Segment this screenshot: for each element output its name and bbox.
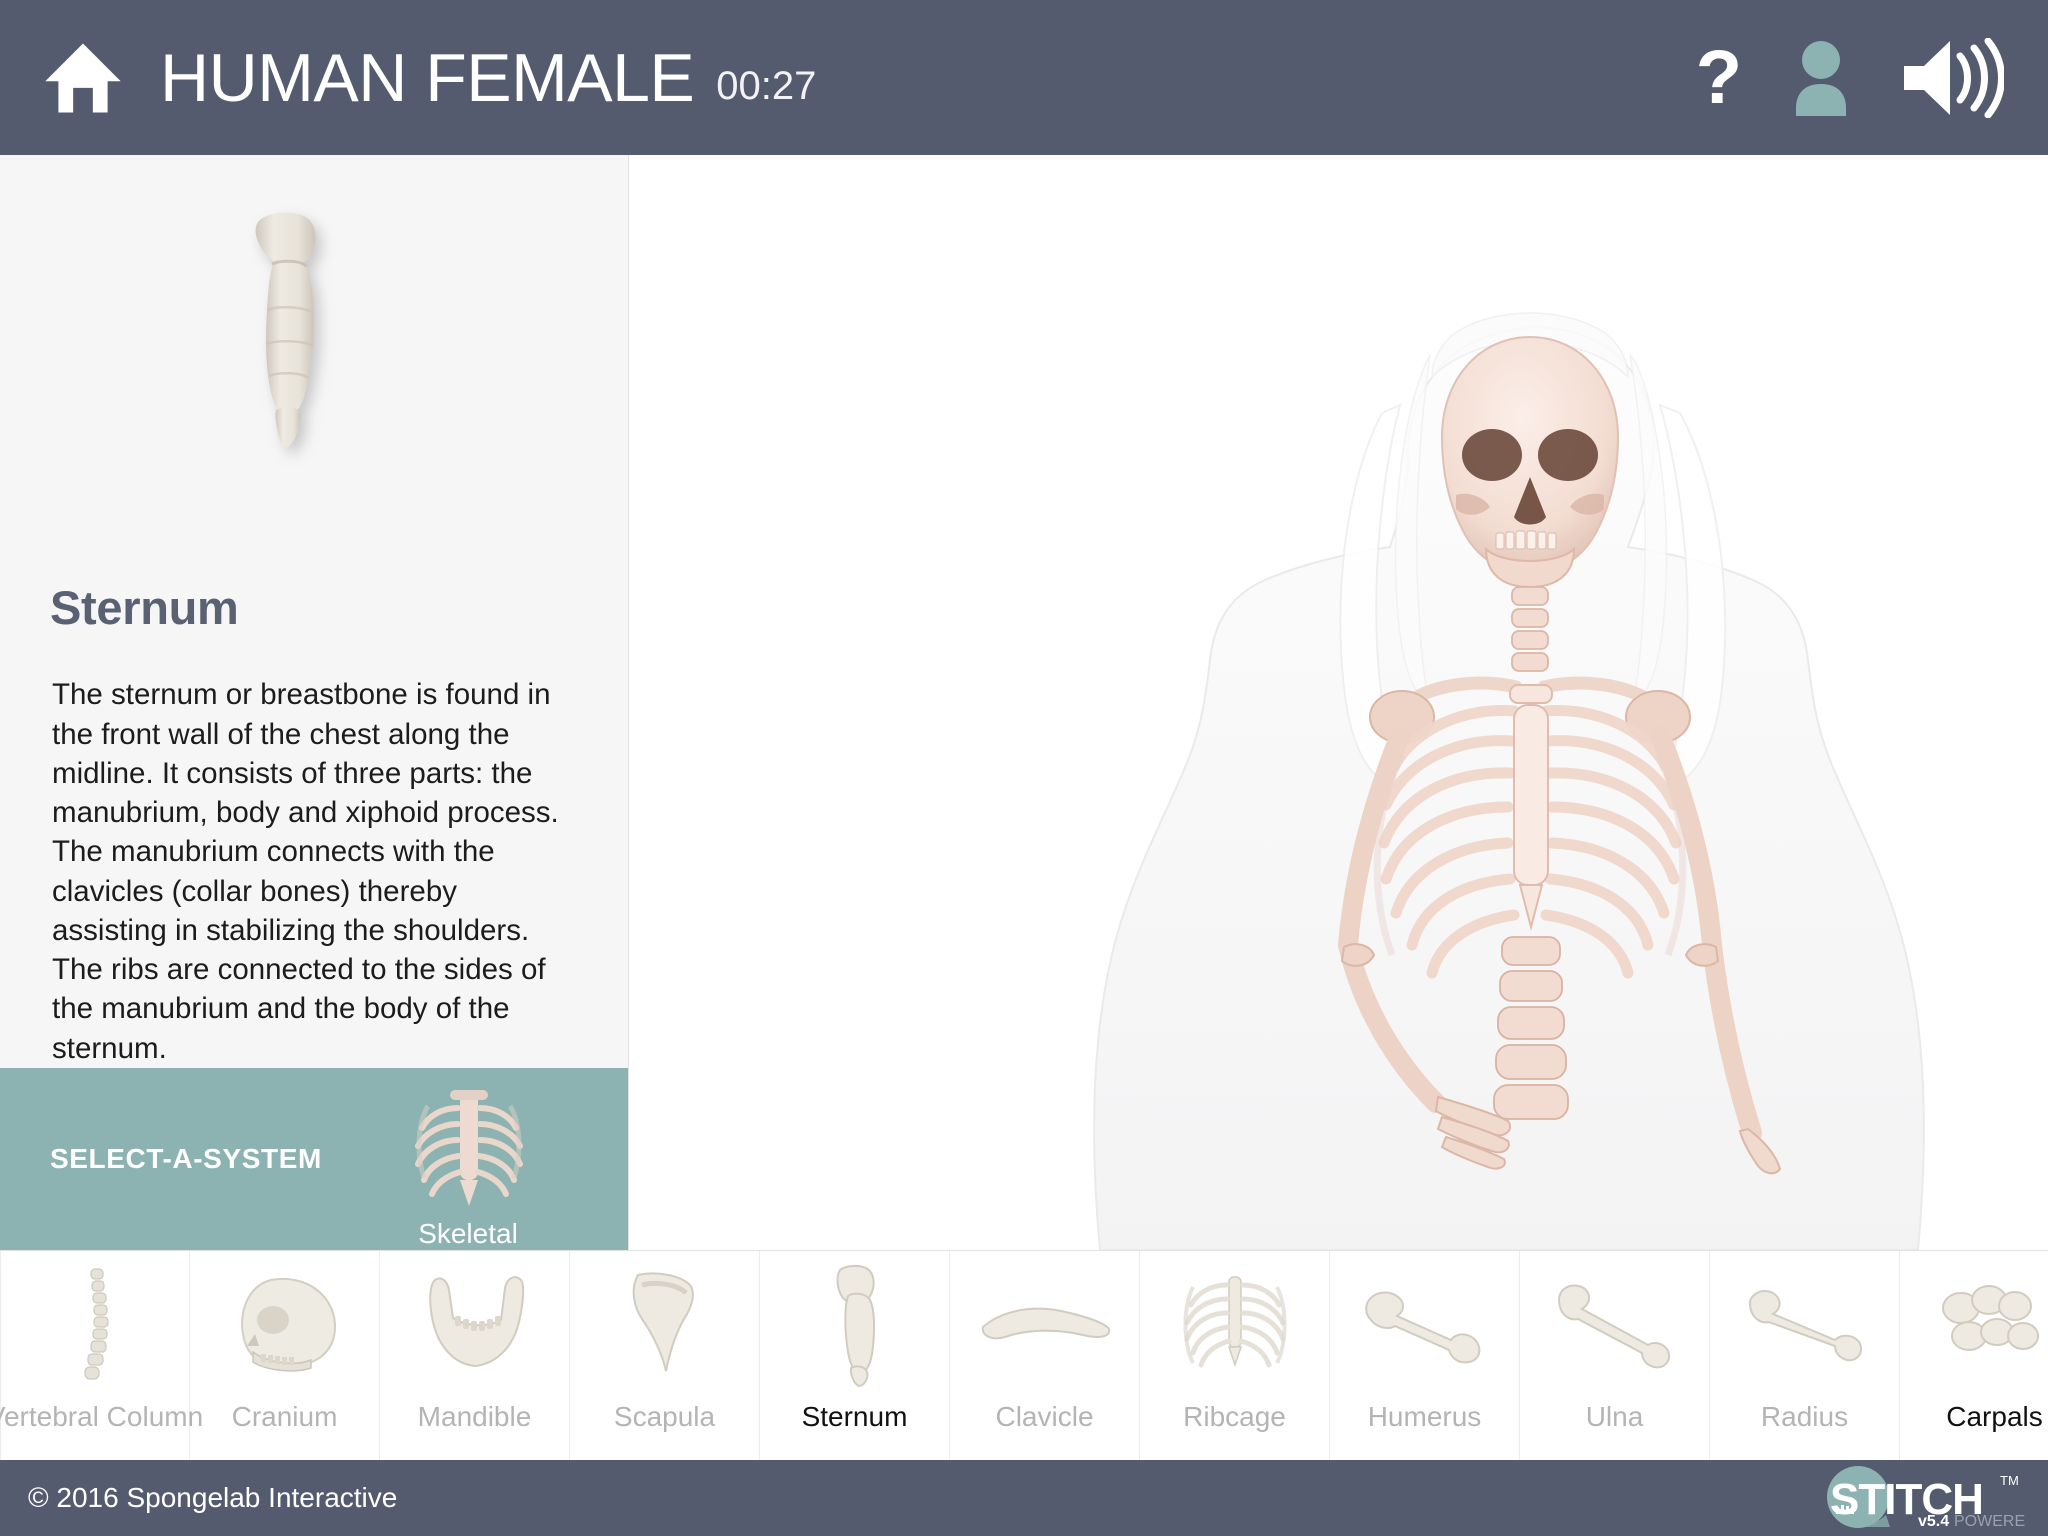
info-panel: Sternum The sternum or breastbone is fou…	[0, 155, 629, 1250]
radius-thumbnail	[1710, 1251, 1899, 1399]
header-actions: ?	[1695, 34, 2004, 120]
select-a-system-label: SELECT-A-SYSTEM	[50, 1142, 322, 1174]
svg-text:v5.4: v5.4	[1918, 1513, 1949, 1530]
home-icon	[45, 43, 121, 112]
session-timer: 00:27	[716, 63, 817, 108]
ribcage-thumbnail	[1140, 1251, 1329, 1399]
clavicle-thumbnail	[950, 1251, 1139, 1399]
ulna-thumbnail	[1520, 1251, 1709, 1399]
human-female-skeletal-model	[1093, 312, 1925, 1250]
carousel-label: Clavicle	[995, 1401, 1094, 1432]
help-button[interactable]: ?	[1695, 34, 1742, 120]
carousel-item-sternum[interactable]: Sternum	[760, 1251, 950, 1460]
carousel-item-humerus[interactable]: Humerus	[1330, 1251, 1520, 1460]
bone-hero-image	[0, 155, 628, 554]
carousel-item-scapula[interactable]: Scapula	[570, 1251, 760, 1460]
anatomy-viewport[interactable]	[630, 155, 2048, 1250]
anatomy-app-window: HUMAN FEMALE 00:27 ? Sternum The sternum…	[0, 0, 2048, 1536]
app-header: HUMAN FEMALE 00:27 ?	[0, 0, 2048, 155]
sound-toggle-button[interactable]	[1900, 37, 2004, 118]
carousel-label: Humerus	[1367, 1401, 1482, 1432]
question-mark-icon: ?	[1695, 34, 1742, 120]
carpals-thumbnail	[1900, 1251, 2048, 1399]
speaker-volume-icon	[1904, 37, 2004, 118]
stitch-logo-icon: STITCH TM v5.4 POWERED	[1827, 1466, 2026, 1530]
carousel-label: Vertebral Column	[0, 1401, 204, 1432]
carousel-item-cranium[interactable]: Cranium	[190, 1251, 380, 1460]
stitch-logo[interactable]: STITCH TM v5.4 POWERED	[1814, 1465, 2026, 1531]
carousel-label: Ribcage	[1183, 1401, 1286, 1432]
carousel-label: Mandible	[417, 1401, 532, 1432]
vertebral-column-thumbnail	[1, 1251, 189, 1399]
carousel-item-clavicle[interactable]: Clavicle	[950, 1251, 1140, 1460]
system-thumbnail-label: Skeletal	[418, 1217, 518, 1249]
app-footer: © 2016 Spongelab Interactive STITCH TM v…	[0, 1460, 2048, 1536]
carousel-label: Carpals	[1946, 1401, 2043, 1432]
carousel-item-vertebral-column[interactable]: Vertebral Column	[0, 1251, 203, 1460]
svg-text:POWERED: POWERED	[1954, 1513, 2026, 1530]
bone-name-heading: Sternum	[50, 580, 239, 634]
select-a-system-panel[interactable]: SELECT-A-SYSTEM Skeletal	[0, 1067, 628, 1250]
user-profile-icon	[1796, 40, 1846, 116]
copyright-text: © 2016 Spongelab Interactive	[28, 1482, 398, 1513]
carousel-label: Scapula	[613, 1401, 716, 1432]
sternum-thumbnail	[760, 1251, 949, 1399]
carousel-item-ribcage[interactable]: Ribcage	[1140, 1251, 1330, 1460]
carousel-label: Cranium	[231, 1401, 338, 1432]
carousel-label: Sternum	[801, 1401, 908, 1432]
bone-description: The sternum or breastbone is found in th…	[52, 678, 559, 1065]
page-title: HUMAN FEMALE	[160, 39, 695, 116]
carousel-item-carpals[interactable]: Carpals	[1900, 1251, 2048, 1460]
bone-carousel[interactable]: Vertebral Column Cranium Mandible Scapul…	[0, 1250, 2048, 1460]
humerus-thumbnail	[1330, 1251, 1519, 1399]
skeletal-system-thumbnail	[402, 1081, 534, 1220]
user-profile-button[interactable]	[1790, 40, 1852, 116]
mandible-thumbnail	[380, 1251, 569, 1399]
home-button[interactable]	[0, 37, 124, 119]
sternum-bone-render	[255, 212, 316, 448]
scapula-thumbnail	[570, 1251, 759, 1399]
system-thumbnail-button[interactable]: Skeletal	[402, 1081, 534, 1262]
carousel-item-mandible[interactable]: Mandible	[380, 1251, 570, 1460]
cranium-thumbnail	[190, 1251, 379, 1399]
carousel-label: Radius	[1760, 1401, 1849, 1432]
carousel-item-ulna[interactable]: Ulna	[1520, 1251, 1710, 1460]
carousel-label: Ulna	[1585, 1401, 1644, 1432]
svg-text:TM: TM	[2000, 1473, 2019, 1488]
carousel-item-radius[interactable]: Radius	[1710, 1251, 1900, 1460]
